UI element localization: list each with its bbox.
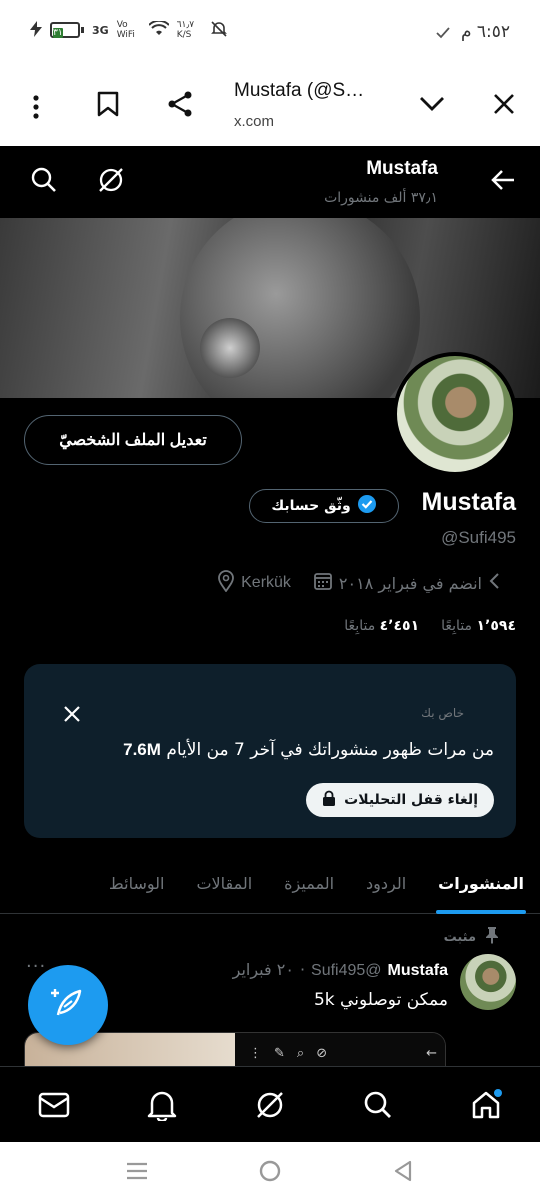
header-posts-count: ٣٧٫١ ألف منشورات (324, 190, 438, 206)
home-circle-icon[interactable] (255, 1156, 285, 1186)
grok-icon[interactable] (246, 1081, 294, 1129)
verified-badge-icon (357, 494, 377, 518)
lock-icon (322, 790, 336, 810)
profile-header: Mustafa ٣٧٫١ ألف منشورات (0, 146, 540, 218)
analytics-card: خاص بك من مرات ظهور منشوراتك في آخر 7 من… (24, 664, 516, 838)
bookmark-icon[interactable] (88, 84, 128, 124)
followers-count: ٤٬٤٥١ (379, 618, 420, 634)
tab-articles[interactable]: المقالات (180, 852, 268, 914)
verify-account-label: وثّق حسابك (271, 498, 351, 514)
private-label: خاص بك (421, 706, 464, 720)
tab-highlights[interactable]: المميزة (268, 852, 350, 914)
mute-icon (210, 20, 227, 40)
tweet-text: ممكن توصلوني 5k (313, 990, 448, 1010)
status-bar: ٣١ 3G Vo WiFi ٦١٫٧ K/S ٦:٥٢ م (0, 0, 540, 68)
battery-level: ٣١ (53, 28, 63, 38)
chevron-down-icon[interactable] (412, 84, 452, 124)
tweet-author-handle: @Sufi495 (311, 962, 382, 979)
tweet-date-sep: · (299, 960, 306, 979)
home-notification-dot (494, 1089, 502, 1097)
follow-stats: ١٬٥٩٤ متابِعًا ٤٬٤٥١ متابِعًا (344, 618, 516, 634)
network-type: 3G (92, 23, 109, 37)
profile-meta: انضم في فبراير ٢٠١٨ Kerkük (217, 570, 500, 596)
profile-avatar[interactable] (393, 352, 517, 476)
tab-media[interactable]: الوسائط (93, 852, 181, 914)
search-icon[interactable] (354, 1081, 402, 1129)
impressions-message: من مرات ظهور منشوراتك في آخر 7 من الأيام… (123, 740, 494, 760)
share-icon[interactable] (160, 84, 200, 124)
page-title: Mustafa (@S… (234, 80, 365, 101)
profile-name: Mustafa (421, 488, 516, 516)
compose-feather-icon (50, 985, 86, 1025)
verify-account-button[interactable]: وثّق حسابك (249, 489, 399, 523)
back-arrow-icon: ← (426, 1045, 437, 1061)
tab-replies[interactable]: الردود (350, 852, 422, 914)
impressions-value: 7.6M (123, 740, 161, 759)
chevron-left-icon (488, 572, 500, 594)
followers-label: متابِعًا (344, 618, 376, 634)
location-pin-icon (217, 570, 235, 596)
compose-button[interactable] (28, 965, 108, 1045)
page-url: x.com (234, 113, 275, 130)
notifications-icon[interactable] (138, 1081, 186, 1129)
home-icon[interactable] (462, 1081, 510, 1129)
tweet-date: ٢٠ فبراير (232, 960, 294, 979)
edit-profile-button[interactable]: تعديل الملف الشخصيّ (24, 415, 242, 465)
pin-icon (484, 926, 500, 948)
search-icon: ⌕ (296, 1045, 305, 1061)
joined-date: انضم في فبراير ٢٠١٨ (313, 571, 500, 595)
unlock-analytics-label: إلغاء قفل التحليلات (344, 792, 478, 808)
browser-bar: Mustafa (@S… x.com (0, 68, 540, 146)
more-vertical-icon: ⋮ (249, 1045, 262, 1061)
speed-label: ٦١٫٧ K/S (176, 20, 195, 40)
volte-label: Vo WiFi (116, 20, 135, 40)
calendar-icon (313, 571, 333, 595)
location: Kerkük (217, 570, 291, 596)
wifi-icon (147, 19, 170, 40)
joined-label: انضم في فبراير ٢٠١٨ (338, 573, 482, 593)
check-icon (436, 24, 450, 43)
profile-handle: @Sufi495 (441, 528, 516, 547)
unlock-analytics-button[interactable]: إلغاء قفل التحليلات (306, 783, 494, 817)
dismiss-close-icon[interactable] (58, 700, 86, 728)
profile-tabs: المنشورات الردود المميزة المقالات الوسائ… (0, 852, 540, 914)
header-name: Mustafa (366, 158, 438, 179)
close-icon[interactable] (484, 84, 524, 124)
tweet-avatar[interactable] (460, 954, 516, 1010)
messages-icon[interactable] (30, 1081, 78, 1129)
following-count: ١٬٥٩٤ (476, 618, 517, 634)
pinned-indicator: مثبت (444, 926, 500, 948)
location-label: Kerkük (241, 574, 291, 591)
back-triangle-icon[interactable] (388, 1156, 418, 1186)
followers-stat[interactable]: ٤٬٤٥١ متابِعًا (344, 618, 419, 634)
tweet-author-name[interactable]: Mustafa (388, 962, 448, 980)
search-icon[interactable] (30, 166, 58, 198)
clock: ٦:٥٢ م (460, 22, 510, 42)
bottom-navigation (0, 1066, 540, 1142)
charging-icon (30, 20, 42, 40)
following-label: متابِعًا (441, 618, 473, 634)
more-vertical-icon[interactable] (16, 87, 56, 127)
pinned-label: مثبت (443, 929, 476, 945)
recent-apps-icon[interactable] (122, 1156, 152, 1186)
back-arrow-icon[interactable] (490, 168, 516, 196)
edit-icon: ✎ (274, 1045, 285, 1061)
status-icons: ٣١ 3G Vo WiFi ٦١٫٧ K/S (30, 19, 227, 40)
battery-icon: ٣١ (50, 22, 84, 38)
tab-posts[interactable]: المنشورات (422, 852, 540, 914)
tweet-header: Mustafa @Sufi495 · ٢٠ فبراير (233, 960, 448, 980)
impressions-text: من مرات ظهور منشوراتك في آخر 7 من الأيام (166, 740, 494, 760)
grok-icon[interactable] (96, 165, 126, 199)
system-navigation (0, 1142, 540, 1200)
following-stat[interactable]: ١٬٥٩٤ متابِعًا (441, 618, 516, 634)
grok-icon: ⊘ (316, 1045, 328, 1061)
